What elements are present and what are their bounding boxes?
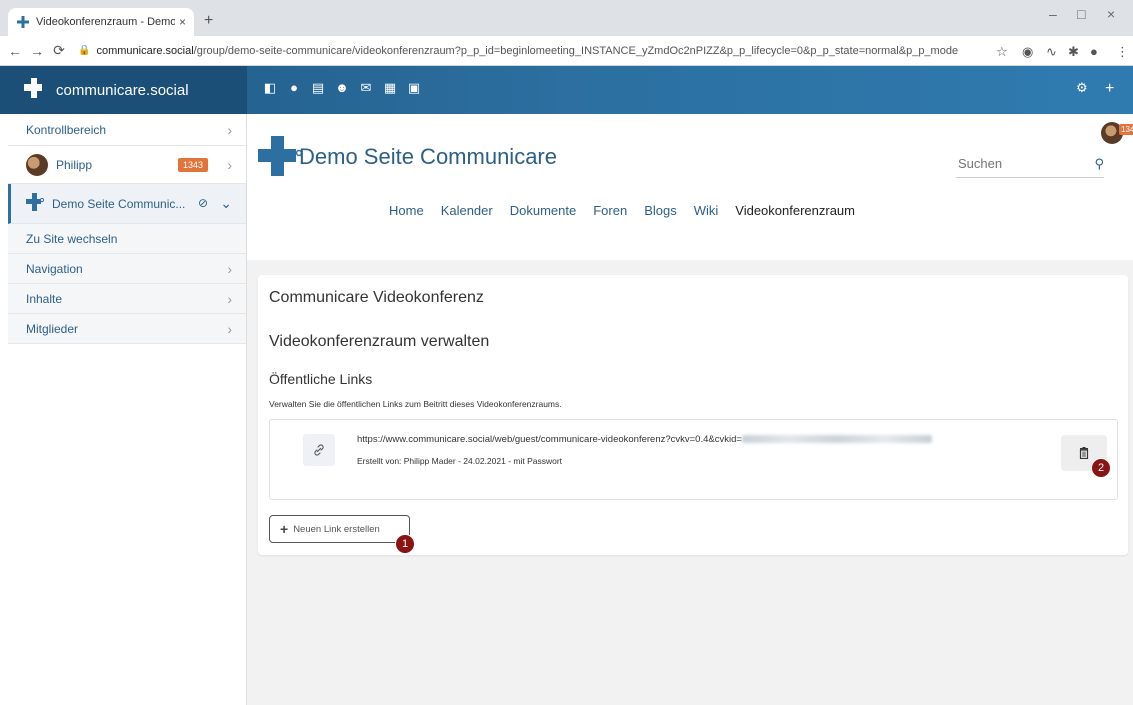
sidebar-sub-item-navigation[interactable]: Navigation › <box>8 254 246 284</box>
header-toolbar: ◧ ● ▤ ☻ ✉ ▦ ▣ <box>263 81 421 95</box>
new-link-button[interactable]: + Neuen Link erstellen <box>269 515 410 543</box>
back-icon[interactable]: ← <box>4 43 26 59</box>
mail-icon[interactable]: ✉ <box>359 81 373 95</box>
contacts-icon[interactable]: ▦ <box>383 81 397 95</box>
brand-logo-icon <box>24 78 44 102</box>
public-link-url[interactable]: https://www.communicare.social/web/guest… <box>357 434 932 445</box>
star-icon[interactable]: ☆ <box>996 44 1008 60</box>
sidebar-sub-item-members[interactable]: Mitglieder › <box>8 314 246 344</box>
nav-wiki[interactable]: Wiki <box>694 203 719 218</box>
nav-videoconference[interactable]: Videokonferenzraum <box>735 203 855 218</box>
communicare-favicon-icon <box>16 15 30 29</box>
manage-heading: Videokonferenzraum verwalten <box>269 333 490 350</box>
sidebar-item-label: Navigation <box>26 261 83 276</box>
maximize-icon[interactable]: □ <box>1077 6 1085 22</box>
site-title: Demo Seite Communicare <box>299 144 557 169</box>
sidebar: Kontrollbereich › Philipp 1343 › Demo Se… <box>8 114 247 705</box>
nav-blogs[interactable]: Blogs <box>644 203 677 218</box>
videoconference-portlet: Communicare Videokonferenz Videokonferen… <box>258 275 1128 555</box>
search-icon[interactable]: ⚲ <box>1094 156 1104 172</box>
main-content: Demo Seite Communicare ⚲ 134 Home Kalend… <box>247 114 1133 705</box>
profile-icon[interactable]: ● <box>1090 44 1098 59</box>
site-logo-icon[interactable] <box>258 134 303 183</box>
reload-icon[interactable]: ⟳ <box>48 42 70 59</box>
sidebar-item-label: Philipp <box>56 157 93 172</box>
tab-title: Videokonferenzraum - Demo Sei <box>36 16 175 28</box>
plus-icon: + <box>280 521 289 537</box>
url-host: communicare.social <box>96 44 194 57</box>
gear-icon[interactable]: ⚙ <box>1076 80 1088 96</box>
nav-forums[interactable]: Foren <box>593 203 627 218</box>
extension-wave-icon[interactable]: ∿ <box>1046 44 1057 60</box>
nav-documents[interactable]: Dokumente <box>510 203 576 218</box>
sidebar-item-label: Kontrollbereich <box>26 122 107 137</box>
public-link-url-text: https://www.communicare.social/web/guest… <box>357 434 742 445</box>
add-icon[interactable]: + <box>1105 80 1114 98</box>
extension-globe-icon[interactable]: ◉ <box>1022 44 1033 60</box>
chevron-right-icon: › <box>227 157 232 173</box>
lock-icon: 🔒 <box>78 45 91 56</box>
chevron-down-icon[interactable]: ⌄ <box>220 195 232 212</box>
search-box: ⚲ <box>956 150 1104 178</box>
address-bar: ← → ⟳ 🔒 communicare.social/group/demo-se… <box>0 36 1133 66</box>
sidebar-item-control-panel[interactable]: Kontrollbereich › <box>8 114 246 146</box>
sidebar-item-site[interactable]: Demo Seite Communic... ⊘ ⌄ <box>8 184 246 224</box>
minimize-icon[interactable]: – <box>1049 6 1057 22</box>
portlet-title: Communicare Videokonferenz <box>269 289 484 306</box>
window-close-icon[interactable]: × <box>1107 6 1115 22</box>
app-header: communicare.social ◧ ● ▤ ☻ ✉ ▦ ▣ ⚙ + <box>0 66 1133 114</box>
sidebar-item-label: Inhalte <box>26 291 63 306</box>
browser-tab-bar: Videokonferenzraum - Demo Sei × + – □ × <box>0 0 1133 36</box>
url-field[interactable]: 🔒 communicare.social/group/demo-seite-co… <box>78 45 958 57</box>
search-docs-icon[interactable]: ▣ <box>407 81 421 95</box>
chevron-right-icon: › <box>227 321 232 337</box>
brand[interactable]: communicare.social <box>0 66 247 114</box>
link-icon <box>303 434 335 466</box>
blurred-link-id <box>741 435 932 444</box>
chevron-right-icon: › <box>227 261 232 277</box>
trash-icon <box>1079 447 1089 459</box>
search-input[interactable] <box>956 156 1076 171</box>
notification-badge: 1343 <box>177 158 208 172</box>
chevron-right-icon: › <box>227 291 232 307</box>
user-icon[interactable]: ● <box>287 81 301 95</box>
sidebar-sub-item-switch-site[interactable]: Zu Site wechseln <box>8 224 246 254</box>
sidebar-item-label: Demo Seite Communic... <box>52 196 186 211</box>
avatar <box>26 153 48 176</box>
browser-tab[interactable]: Videokonferenzraum - Demo Sei × <box>8 8 194 36</box>
public-link-meta: Erstellt von: Philipp Mader - 24.02.2021… <box>357 456 563 466</box>
public-links-description: Verwalten Sie die öffentlichen Links zum… <box>269 399 562 409</box>
groups-icon[interactable]: ☻ <box>335 81 349 95</box>
sidebar-sub-item-content[interactable]: Inhalte › <box>8 284 246 314</box>
callout-marker-1: 1 <box>395 534 415 554</box>
site-navigation: Home Kalender Dokumente Foren Blogs Wiki… <box>389 203 855 218</box>
sidebar-item-label: Zu Site wechseln <box>26 231 118 246</box>
more-icon[interactable]: ⋮ <box>1116 44 1129 60</box>
public-link-item: https://www.communicare.social/web/guest… <box>269 419 1118 500</box>
puzzle-icon[interactable]: ✱ <box>1068 44 1079 60</box>
public-links-heading: Öffentliche Links <box>269 371 373 387</box>
chevron-right-icon: › <box>227 122 232 138</box>
callout-marker-2: 2 <box>1091 458 1111 478</box>
sidebar-toggle-icon[interactable]: ◧ <box>263 81 277 95</box>
site-logo-icon <box>26 193 45 214</box>
new-link-label: Neuen Link erstellen <box>293 523 380 535</box>
nav-calendar[interactable]: Kalender <box>441 203 493 218</box>
notification-badge: 134 <box>1119 124 1133 135</box>
compass-icon[interactable]: ⊘ <box>198 196 208 210</box>
new-tab-button[interactable]: + <box>204 12 213 30</box>
sidebar-item-label: Mitglieder <box>26 321 79 336</box>
url-path: /group/demo-seite-communicare/videokonfe… <box>193 44 958 57</box>
nav-home[interactable]: Home <box>389 203 424 218</box>
notes-icon[interactable]: ▤ <box>311 81 325 95</box>
close-icon[interactable]: × <box>179 15 186 29</box>
brand-name: communicare.social <box>56 81 189 99</box>
site-header: Demo Seite Communicare ⚲ 134 Home Kalend… <box>247 114 1133 260</box>
sidebar-item-user[interactable]: Philipp 1343 › <box>8 146 246 184</box>
forward-icon[interactable]: → <box>26 43 48 59</box>
